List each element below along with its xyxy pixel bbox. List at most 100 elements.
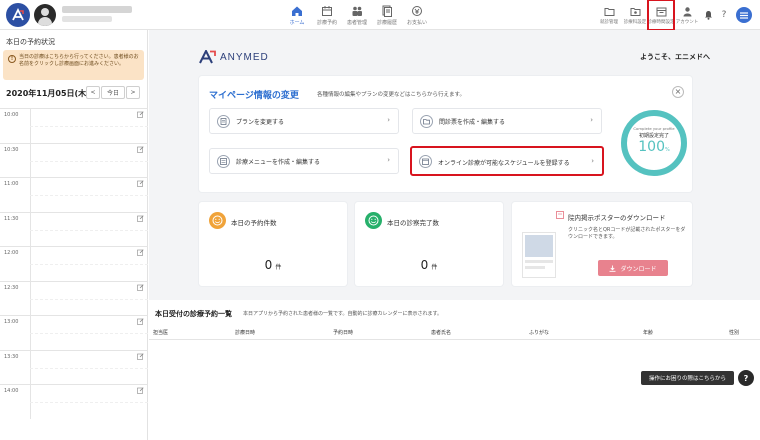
- stat-unit: 件: [431, 264, 438, 271]
- column-header[interactable]: 診療日時: [235, 329, 255, 336]
- time-slot[interactable]: 14:00: [0, 384, 148, 419]
- time-slot[interactable]: 10:00: [0, 108, 148, 143]
- brand: ANYMED: [199, 50, 269, 64]
- anymed-brand-icon: [199, 50, 216, 64]
- slot-time: 12:30: [4, 284, 19, 291]
- list-title: 本日受付の診療予約一覧: [155, 310, 232, 318]
- nav-visit-management[interactable]: 就診管理: [596, 0, 622, 30]
- nav-reservation[interactable]: 診療予約: [312, 0, 342, 30]
- today-button[interactable]: 今日: [101, 86, 125, 99]
- slot-time: 11:30: [4, 215, 19, 222]
- sidebar-title: 本日の予約状況: [6, 38, 55, 46]
- column-header[interactable]: 性別: [729, 329, 739, 336]
- nav-patients[interactable]: 患者管理: [342, 0, 372, 30]
- list-subtitle: 本日アプリから予約された患者様の一覧です。自動的に診療カレンダーに表示されます。: [243, 311, 443, 317]
- close-icon[interactable]: ×: [672, 86, 684, 98]
- time-slot[interactable]: 12:30: [0, 280, 148, 315]
- time-slot[interactable]: 13:00: [0, 315, 148, 350]
- patients-icon: [352, 6, 362, 16]
- poster-thumbnail: [522, 232, 556, 278]
- nav-payment[interactable]: お支払い: [402, 0, 432, 30]
- slot-time: 14:00: [4, 388, 19, 394]
- stat-unit: 件: [275, 264, 282, 271]
- poster-icon: [556, 211, 564, 219]
- stat-title: 本日の予約件数: [231, 219, 277, 227]
- column-header[interactable]: 年齢: [643, 329, 653, 336]
- column-header[interactable]: 予約日時: [333, 329, 353, 336]
- edit-menu-button[interactable]: 診療メニューを作成・編集する ›: [209, 148, 399, 174]
- time-slot[interactable]: 10:30: [0, 142, 148, 177]
- help-button[interactable]: 操作にお困りの際はこちらから: [640, 371, 734, 385]
- folder-icon: [604, 7, 614, 16]
- edit-icon[interactable]: [137, 214, 144, 222]
- slot-time: 12:00: [4, 250, 19, 256]
- column-header[interactable]: ふりがな: [529, 329, 549, 336]
- slot-time: 13:30: [4, 353, 19, 360]
- schedule-icon: [656, 7, 666, 16]
- current-date: 2020年11月05日(木): [6, 89, 90, 98]
- calendar-icon: [419, 155, 432, 168]
- stat-value: 0件: [355, 258, 503, 272]
- profile-label: 初期設定完了: [638, 133, 669, 139]
- slot-time: 10:30: [4, 146, 19, 153]
- edit-questionnaire-button[interactable]: 問診票を作成・編集する ›: [412, 108, 602, 134]
- question-icon[interactable]: ?: [738, 370, 754, 386]
- column-header[interactable]: 患者氏名: [431, 329, 451, 336]
- welcome-text: ようこそ、エニメドへ: [640, 53, 710, 61]
- info-icon: !: [8, 55, 16, 63]
- list-icon: [217, 155, 230, 168]
- chevron-right-icon: ›: [387, 116, 390, 124]
- brand-name: ANYMED: [220, 51, 269, 63]
- edit-icon[interactable]: [137, 387, 144, 394]
- change-plan-button[interactable]: プランを変更する ›: [209, 108, 399, 134]
- hamburger-menu-icon[interactable]: [736, 7, 752, 23]
- stat-value: 0件: [199, 258, 347, 272]
- todays-completed-card: 本日の診察完了数 0件: [355, 202, 503, 286]
- nav-department-settings[interactable]: 診療科設定: [622, 0, 648, 30]
- time-slot[interactable]: 11:00: [0, 177, 148, 212]
- column-header[interactable]: 担当医: [153, 329, 168, 336]
- edit-icon[interactable]: [137, 352, 144, 360]
- nav-home[interactable]: ホーム: [282, 0, 312, 30]
- action-label: オンライン診療が可能なスケジュールを登録する: [438, 160, 570, 167]
- poster-download-card: 院内掲示ポスターのダウンロード クリニック名とQRコードが記載されたポスターをダ…: [512, 202, 692, 286]
- nav-history[interactable]: 診療履歴: [372, 0, 402, 30]
- edit-icon[interactable]: [137, 318, 144, 325]
- time-slot[interactable]: 11:30: [0, 211, 148, 246]
- nav-label: 就診管理: [600, 19, 618, 25]
- profile-caption: Complete your profile: [633, 126, 675, 131]
- nav-account[interactable]: アカウント: [674, 0, 700, 30]
- download-button[interactable]: ダウンロード: [598, 260, 668, 276]
- edit-icon[interactable]: [137, 283, 144, 291]
- mypage-subtitle: 各種情報の編集やプランの変更などはこちらから行えます。: [317, 92, 465, 98]
- main-content: ANYMED ようこそ、エニメドへ マイページ情報の変更 各種情報の編集やプラン…: [149, 30, 760, 440]
- edit-icon[interactable]: [137, 145, 144, 153]
- edit-icon[interactable]: [137, 249, 144, 256]
- download-label: ダウンロード: [620, 265, 657, 273]
- edit-icon[interactable]: [137, 111, 144, 118]
- prev-day-button[interactable]: <: [86, 86, 100, 99]
- next-day-button[interactable]: >: [126, 86, 140, 99]
- table-header: 担当医 診療日時 予約日時 患者氏名 ふりがな 年齢 性別: [149, 326, 760, 340]
- notification-bell-icon[interactable]: [700, 0, 716, 30]
- poster-title: 院内掲示ポスターのダウンロード: [568, 214, 666, 222]
- profile-value: 100: [638, 139, 665, 155]
- register-schedule-button[interactable]: オンライン診療が可能なスケジュールを登録する ›: [410, 146, 604, 176]
- time-slot[interactable]: 12:00: [0, 246, 148, 281]
- folder-settings-icon: [630, 7, 640, 16]
- payment-icon: [412, 5, 422, 16]
- avatar[interactable]: [34, 4, 56, 26]
- nav-schedule-settings[interactable]: 診療時間設定: [647, 0, 675, 31]
- time-slot[interactable]: 13:30: [0, 349, 148, 384]
- edit-icon[interactable]: [137, 180, 144, 187]
- slot-time: 11:00: [4, 181, 19, 187]
- help-question-icon[interactable]: ?: [716, 0, 732, 30]
- profile-completion-ring: Complete your profile 初期設定完了 100%: [619, 108, 689, 178]
- main-nav: ホーム 診療予約 患者管理 診療履歴 お支払い: [282, 0, 432, 30]
- history-icon: [382, 5, 392, 17]
- nav-label: 診療履歴: [376, 19, 397, 26]
- download-icon: [609, 265, 616, 272]
- chevron-right-icon: ›: [590, 116, 593, 124]
- stat-title: 本日の診察完了数: [387, 219, 439, 227]
- anymed-logo-icon[interactable]: [6, 3, 30, 27]
